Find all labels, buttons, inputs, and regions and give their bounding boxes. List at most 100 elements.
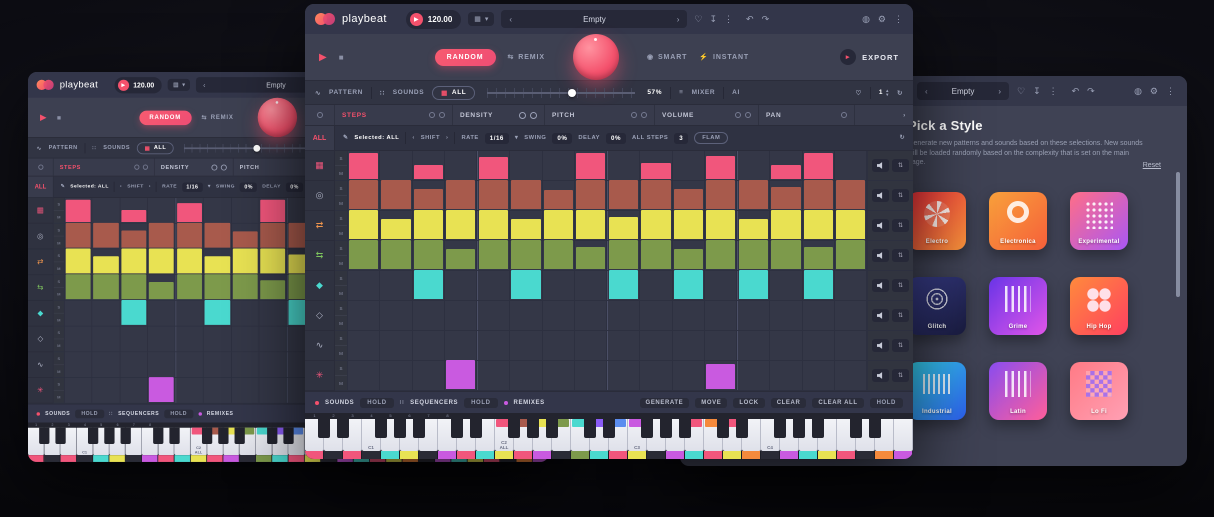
step-cell[interactable]: [445, 181, 477, 210]
clear-all-button[interactable]: CLEAR ALL: [812, 398, 863, 408]
step-cell[interactable]: [259, 275, 287, 300]
piano-black-key[interactable]: [660, 419, 672, 438]
delay-value[interactable]: 0%: [286, 182, 303, 191]
step-cell[interactable]: [510, 271, 542, 300]
sidebar-all-tab[interactable]: ALL: [305, 126, 334, 151]
density-knob[interactable]: [519, 112, 526, 119]
step-cell[interactable]: [510, 211, 542, 240]
step-cell[interactable]: [770, 241, 802, 270]
shift-right-icon[interactable]: ›: [149, 184, 151, 189]
step-cell[interactable]: [575, 271, 607, 300]
step-cell[interactable]: [835, 151, 867, 180]
ai-toggle[interactable]: AI: [732, 89, 740, 96]
mute-button[interactable]: M: [54, 314, 64, 326]
clear-button[interactable]: CLEAR: [771, 398, 807, 408]
lock-icon[interactable]: [745, 112, 751, 118]
step-cell[interactable]: [259, 301, 287, 326]
step-cell[interactable]: [835, 331, 867, 360]
step-cell[interactable]: [175, 352, 203, 377]
step-cell[interactable]: [175, 275, 203, 300]
settings-gear-icon[interactable]: ⚙: [878, 15, 886, 24]
step-cell[interactable]: [380, 331, 412, 360]
step-cell[interactable]: [510, 181, 542, 210]
track-cue-button[interactable]: [872, 189, 889, 202]
step-cell[interactable]: [803, 211, 835, 240]
step-cell[interactable]: [65, 301, 93, 326]
piano-black-key[interactable]: [120, 428, 130, 444]
step-cell[interactable]: [259, 249, 287, 274]
style-card-glitch[interactable]: Glitch: [908, 277, 966, 335]
kit-selector[interactable]: ▦ ▾: [468, 12, 494, 26]
step-cell[interactable]: [803, 241, 835, 270]
step-cell[interactable]: [92, 198, 120, 223]
step-cell[interactable]: [640, 271, 672, 300]
style-card-grime[interactable]: Grime: [989, 277, 1047, 335]
tab-sounds[interactable]: SOUNDS: [393, 89, 424, 96]
rate-caret-icon[interactable]: ▾: [208, 184, 211, 189]
solo-button[interactable]: S: [335, 331, 347, 346]
sounds-hold-button[interactable]: HOLD: [360, 398, 393, 408]
preset-menu-icon[interactable]: ⋮: [1049, 87, 1058, 96]
track-8-icon[interactable]: ✳: [28, 378, 53, 404]
track-2-icon[interactable]: ◎: [28, 224, 53, 250]
undo-icon[interactable]: ↶: [746, 15, 754, 24]
step-cell[interactable]: [803, 361, 835, 390]
step-cell[interactable]: [705, 181, 737, 210]
step-cell[interactable]: [477, 181, 510, 210]
step-cell[interactable]: [232, 198, 260, 223]
step-cell[interactable]: [575, 331, 607, 360]
mute-button[interactable]: M: [335, 316, 347, 330]
piano-black-key[interactable]: [104, 428, 114, 444]
tab-density[interactable]: DENSITY: [155, 159, 234, 176]
step-cell[interactable]: [65, 352, 93, 377]
step-cell[interactable]: [445, 331, 477, 360]
step-cell[interactable]: [835, 301, 867, 330]
track-1-icon[interactable]: ▦: [28, 198, 53, 224]
solo-button[interactable]: S: [54, 224, 64, 237]
track-5-icon[interactable]: ◆: [28, 301, 53, 327]
piano-black-key[interactable]: [394, 419, 406, 438]
step-cell[interactable]: [148, 249, 176, 274]
shift-right-icon[interactable]: ›: [446, 135, 448, 141]
mute-button[interactable]: M: [54, 391, 64, 403]
step-cell[interactable]: [477, 211, 510, 240]
step-cell[interactable]: [65, 198, 93, 223]
dice-icon[interactable]: [841, 112, 847, 118]
piano-black-key[interactable]: [375, 419, 387, 438]
swing-value[interactable]: 0%: [240, 182, 257, 191]
piano-black-key[interactable]: [39, 428, 49, 444]
track-shift-stepper[interactable]: ⇅: [892, 189, 909, 202]
chevron-right-icon[interactable]: ›: [998, 87, 1001, 96]
step-cell[interactable]: [510, 301, 542, 330]
globe-icon[interactable]: ◍: [862, 15, 870, 24]
style-card-experimental[interactable]: Experimental: [1070, 192, 1128, 250]
track-5-icon[interactable]: ◆: [305, 271, 334, 301]
kit-selector[interactable]: ▦ ▾: [168, 79, 190, 91]
track-3-icon[interactable]: ⇄: [28, 249, 53, 275]
piano-white-key[interactable]: [894, 419, 913, 451]
settings-gear-icon[interactable]: ⚙: [1150, 87, 1158, 96]
shift-left-icon[interactable]: ‹: [120, 184, 122, 189]
step-cell[interactable]: [673, 301, 705, 330]
step-cell[interactable]: [575, 211, 607, 240]
piano-black-key[interactable]: [234, 428, 244, 444]
instant-toggle[interactable]: ⚡ INSTANT: [699, 53, 749, 61]
random-button[interactable]: RANDOM: [139, 110, 191, 125]
sidebar-all-tab[interactable]: ALL: [28, 177, 53, 198]
step-cell[interactable]: [737, 181, 770, 210]
redo-icon[interactable]: ↷: [1087, 87, 1095, 96]
step-cell[interactable]: [543, 271, 575, 300]
step-cell[interactable]: [835, 241, 867, 270]
piano-black-key[interactable]: [850, 419, 862, 438]
play-icon[interactable]: ▶: [118, 79, 129, 90]
step-cell[interactable]: [65, 378, 93, 403]
transport-play-icon[interactable]: ▶: [319, 52, 327, 63]
step-cell[interactable]: [445, 301, 477, 330]
piano-black-key[interactable]: [153, 428, 163, 444]
menu-kebab-icon[interactable]: ⋮: [1166, 87, 1175, 96]
step-cell[interactable]: [705, 211, 737, 240]
tab-density[interactable]: DENSITY: [453, 105, 545, 125]
step-cell[interactable]: [413, 211, 445, 240]
mute-button[interactable]: M: [335, 286, 347, 300]
transport-stop-icon[interactable]: ■: [57, 114, 61, 122]
